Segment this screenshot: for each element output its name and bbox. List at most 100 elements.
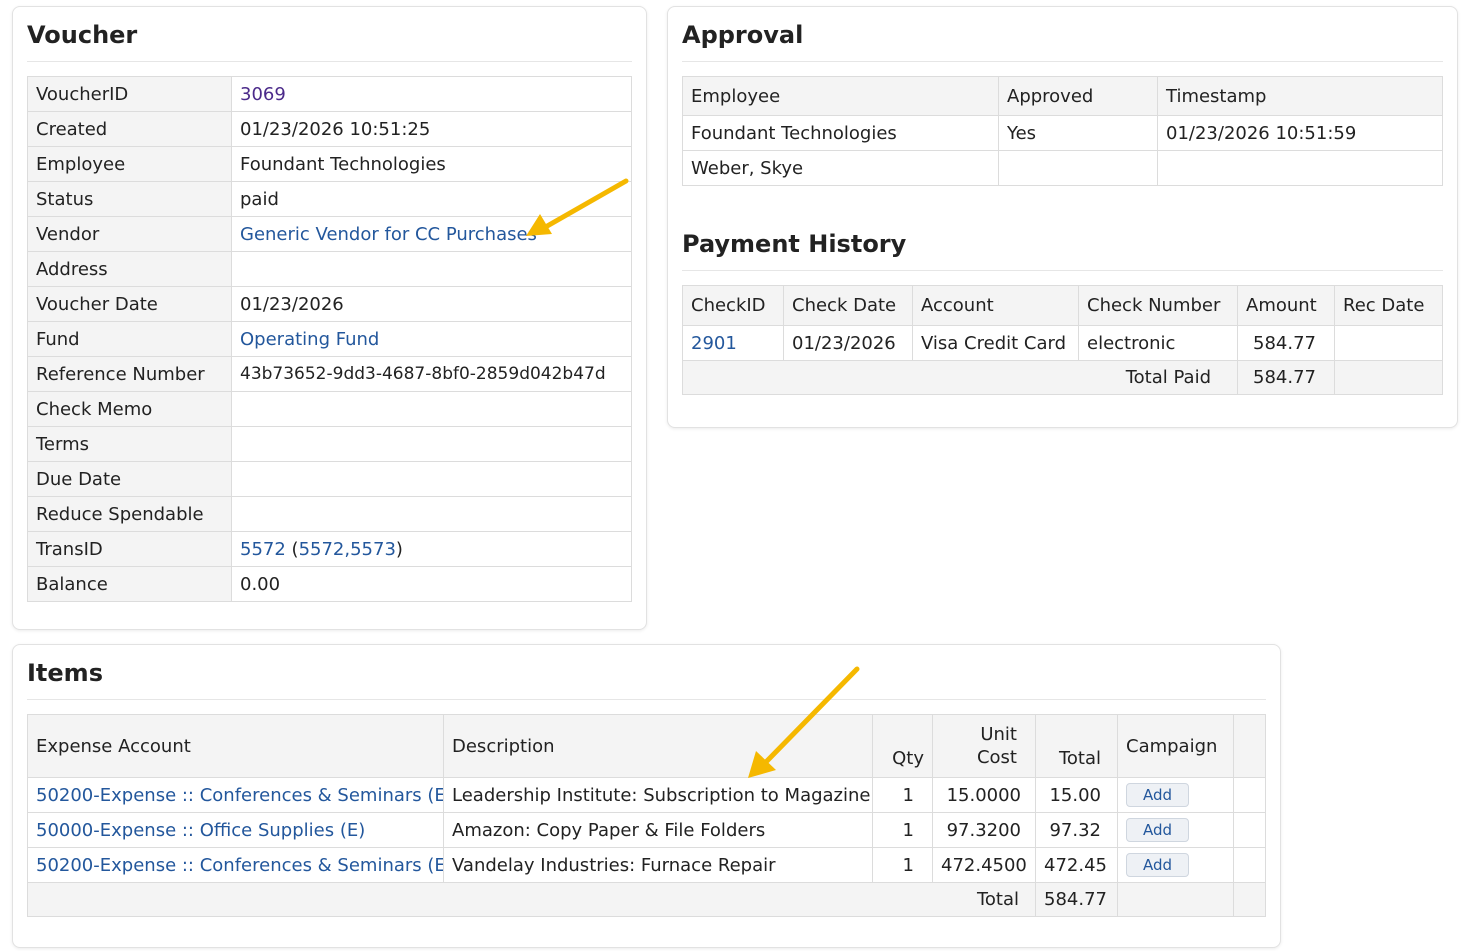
payment-header-rec-date: Rec Date xyxy=(1334,285,1443,326)
amount-value: 584.77 xyxy=(1237,325,1335,361)
voucher-row-id: VoucherID 3069 xyxy=(27,76,632,112)
item-unit-cost: 97.3200 xyxy=(932,812,1036,848)
voucher-row-reference: Reference Number 43b73652-9dd3-4687-8bf0… xyxy=(27,356,632,392)
due-date-value xyxy=(231,461,632,497)
voucher-id-link[interactable]: 3069 xyxy=(240,84,286,105)
items-header-qty: Qty xyxy=(872,714,933,778)
item-row: 50200-Expense :: Conferences & Seminars … xyxy=(27,777,1266,813)
voucher-date-value: 01/23/2026 xyxy=(231,286,632,322)
reference-number-value: 43b73652-9dd3-4687-8bf0-2859d042b47d xyxy=(231,356,632,392)
voucher-row-address: Address xyxy=(27,251,632,287)
vendor-label: Vendor xyxy=(27,216,232,252)
fund-label: Fund xyxy=(27,321,232,357)
voucher-row-date: Voucher Date 01/23/2026 xyxy=(27,286,632,322)
items-header-expense-account: Expense Account xyxy=(27,714,444,778)
voucher-date-label: Voucher Date xyxy=(27,286,232,322)
approval-employee: Weber, Skye xyxy=(682,150,999,186)
items-header-description: Description xyxy=(443,714,873,778)
balance-label: Balance xyxy=(27,566,232,602)
check-memo-label: Check Memo xyxy=(27,391,232,427)
approval-approved: Yes xyxy=(998,115,1158,151)
expense-account-link[interactable]: 50200-Expense :: Conferences & Seminars … xyxy=(36,855,443,876)
add-campaign-button[interactable]: Add xyxy=(1126,783,1190,807)
items-total-row: Total 584.77 xyxy=(27,882,1266,917)
items-total-value: 584.77 xyxy=(1035,882,1118,917)
approval-table: Employee Approved Timestamp Foundant Tec… xyxy=(682,76,1443,186)
items-header-unit-cost: Unit Cost xyxy=(932,714,1036,778)
item-description: Vandelay Industries: Furnace Repair xyxy=(443,847,873,883)
voucher-row-vendor: Vendor Generic Vendor for CC Purchases xyxy=(27,216,632,252)
fund-link[interactable]: Operating Fund xyxy=(240,329,379,350)
status-value: paid xyxy=(231,181,632,217)
items-header-campaign: Campaign xyxy=(1117,714,1234,778)
voucher-details-table: VoucherID 3069 Created 01/23/2026 10:51:… xyxy=(27,76,632,602)
transid-label: TransID xyxy=(27,531,232,567)
transid-value: 5572 (5572,5573) xyxy=(231,531,632,567)
check-date-value: 01/23/2026 xyxy=(783,325,913,361)
items-header-empty xyxy=(1233,714,1266,778)
expense-account-link[interactable]: 50000-Expense :: Office Supplies (E) xyxy=(36,820,365,841)
payment-history-title: Payment History xyxy=(682,230,1443,271)
voucher-row-due-date: Due Date xyxy=(27,461,632,497)
account-value: Visa Credit Card xyxy=(912,325,1079,361)
item-total: 15.00 xyxy=(1035,777,1118,813)
check-memo-value xyxy=(231,391,632,427)
reduce-spendable-label: Reduce Spendable xyxy=(27,496,232,532)
approval-timestamp xyxy=(1157,150,1443,186)
vendor-link[interactable]: Generic Vendor for CC Purchases xyxy=(240,224,537,245)
items-title: Items xyxy=(27,659,1266,700)
approval-header-timestamp: Timestamp xyxy=(1157,76,1443,116)
voucher-title: Voucher xyxy=(27,21,632,62)
voucher-row-created: Created 01/23/2026 10:51:25 xyxy=(27,111,632,147)
approval-approved xyxy=(998,150,1158,186)
items-total-label: Total xyxy=(27,882,1036,917)
total-paid-empty xyxy=(1334,360,1443,395)
approval-header-row: Employee Approved Timestamp xyxy=(682,76,1443,116)
item-unit-cost: 472.4500 xyxy=(932,847,1036,883)
item-row: 50000-Expense :: Office Supplies (E) Ama… xyxy=(27,812,1266,848)
payment-header-row: CheckID Check Date Account Check Number … xyxy=(682,285,1443,326)
approval-row: Weber, Skye xyxy=(682,150,1443,186)
voucher-id-label: VoucherID xyxy=(27,76,232,112)
item-qty: 1 xyxy=(872,777,933,813)
item-qty: 1 xyxy=(872,847,933,883)
expense-account-link[interactable]: 50200-Expense :: Conferences & Seminars … xyxy=(36,785,443,806)
voucher-panel: Voucher VoucherID 3069 Created 01/23/202… xyxy=(12,6,647,630)
unit-cost-line-1: Unit xyxy=(980,724,1017,745)
status-label: Status xyxy=(27,181,232,217)
approval-employee: Foundant Technologies xyxy=(682,115,999,151)
items-panel: Items Expense Account Description Qty Un… xyxy=(12,644,1281,948)
transid-related-link[interactable]: 5572,5573 xyxy=(299,539,396,560)
transid-open-paren: ( xyxy=(285,538,299,560)
items-total-empty-2 xyxy=(1233,882,1266,917)
voucher-row-terms: Terms xyxy=(27,426,632,462)
transid-link[interactable]: 5572 xyxy=(240,539,286,560)
approval-header-employee: Employee xyxy=(682,76,999,116)
add-campaign-button[interactable]: Add xyxy=(1126,818,1190,842)
item-unit-cost: 15.0000 xyxy=(932,777,1036,813)
add-campaign-button[interactable]: Add xyxy=(1126,853,1190,877)
check-number-value: electronic xyxy=(1078,325,1238,361)
item-description: Amazon: Copy Paper & File Folders xyxy=(443,812,873,848)
voucher-row-reduce-spendable: Reduce Spendable xyxy=(27,496,632,532)
payment-header-amount: Amount xyxy=(1237,285,1335,326)
total-paid-value: 584.77 xyxy=(1237,360,1335,395)
approval-timestamp: 01/23/2026 10:51:59 xyxy=(1157,115,1443,151)
item-row: 50200-Expense :: Conferences & Seminars … xyxy=(27,847,1266,883)
voucher-row-employee: Employee Foundant Technologies xyxy=(27,146,632,182)
payment-total-row: Total Paid 584.77 xyxy=(682,360,1443,395)
checkid-link[interactable]: 2901 xyxy=(691,333,737,354)
items-header-row: Expense Account Description Qty Unit Cost… xyxy=(27,714,1266,778)
payment-header-check-number: Check Number xyxy=(1078,285,1238,326)
payment-history-table: CheckID Check Date Account Check Number … xyxy=(682,285,1443,395)
items-table: Expense Account Description Qty Unit Cost… xyxy=(27,714,1266,917)
item-total: 97.32 xyxy=(1035,812,1118,848)
voucher-row-check-memo: Check Memo xyxy=(27,391,632,427)
payment-header-check-date: Check Date xyxy=(783,285,913,326)
approval-title: Approval xyxy=(682,21,1443,62)
employee-value: Foundant Technologies xyxy=(231,146,632,182)
payment-header-checkid: CheckID xyxy=(682,285,784,326)
employee-label: Employee xyxy=(27,146,232,182)
approval-row: Foundant Technologies Yes 01/23/2026 10:… xyxy=(682,115,1443,151)
terms-value xyxy=(231,426,632,462)
